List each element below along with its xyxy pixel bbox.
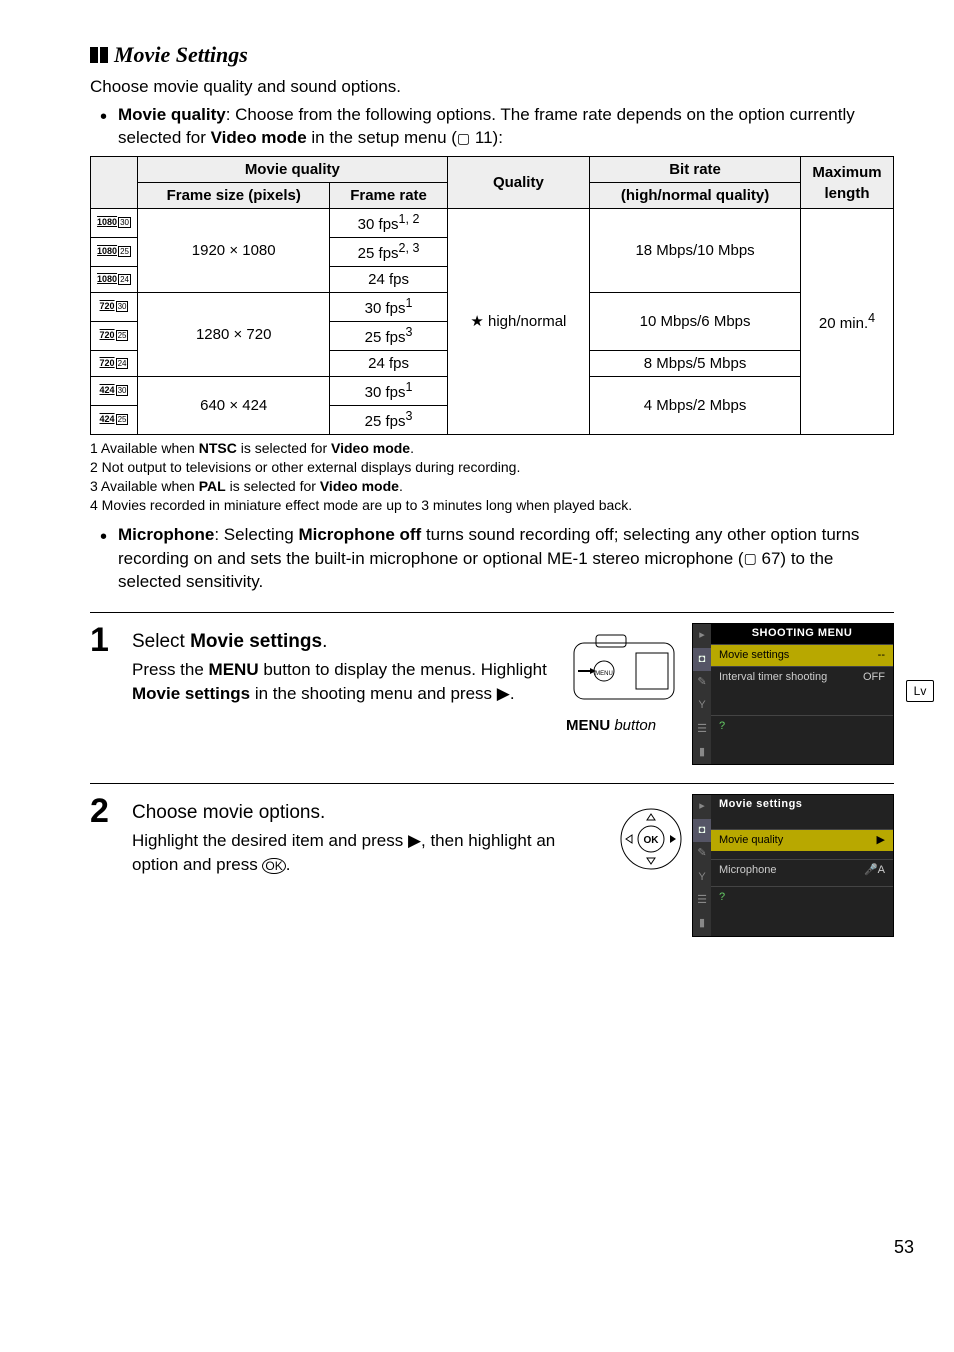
- step-number: 1: [90, 623, 120, 657]
- page-ref-icon: [457, 128, 470, 147]
- menu-button-glyph: MENU: [209, 660, 259, 679]
- step-number: 2: [90, 794, 120, 828]
- step2-title: Choose movie options.: [132, 800, 600, 827]
- th-bitrate: Bit rate: [590, 157, 801, 183]
- lcd-movie-settings: ▸◘✎Y☰▮ Movie settings Movie quality▶: [692, 794, 894, 936]
- step1-title: Select Movie settings.: [132, 629, 550, 656]
- ok-button-glyph: OK: [262, 858, 285, 874]
- th-movie-quality: Movie quality: [138, 157, 448, 183]
- step2-body: Highlight the desired item and press ▶, …: [132, 829, 600, 877]
- camera-illustration: MENU: [566, 623, 686, 713]
- section-icon: [90, 47, 108, 63]
- lcd-row-interval: Interval timer shootingOFF: [711, 666, 893, 688]
- lcd-title: SHOOTING MENU: [711, 624, 893, 643]
- step-2: 2 Choose movie options. Highlight the de…: [90, 783, 894, 936]
- bullet1-label: Movie quality: [118, 105, 226, 124]
- help-icon: ?: [719, 890, 725, 905]
- section-title-text: Movie Settings: [114, 40, 248, 71]
- right-arrow-icon: ▶: [497, 684, 510, 703]
- lcd-row-microphone: Microphone🎤A: [711, 859, 893, 881]
- intro-text: Choose movie quality and sound options.: [90, 75, 894, 99]
- bullet-microphone: Microphone: Selecting Microphone off tur…: [118, 523, 894, 594]
- table-row: 108030 1920 × 1080 30 fps1, 2 ★ high/nor…: [91, 209, 894, 238]
- th-quality: Quality: [447, 157, 589, 209]
- lcd-row-movie-quality: Movie quality▶: [711, 829, 893, 851]
- bullet-movie-quality: Movie quality: Choose from the following…: [118, 103, 894, 151]
- page-number: 53: [894, 1235, 914, 1260]
- right-arrow-icon: ▶: [408, 831, 421, 850]
- movie-quality-table: Movie quality Quality Bit rate Maximum l…: [90, 156, 894, 435]
- footnotes: 1 Available when NTSC is selected for Vi…: [90, 439, 894, 515]
- bullet2-label: Microphone: [118, 525, 214, 544]
- page-ref-icon: [744, 549, 757, 568]
- step-1: 1 Select Movie settings. Press the MENU …: [90, 612, 894, 765]
- multi-selector-icon: OK: [616, 804, 686, 874]
- svg-text:MENU: MENU: [595, 671, 613, 677]
- side-tab-lv: Lv: [906, 680, 934, 702]
- lcd-title: Movie settings: [711, 795, 893, 814]
- step1-body: Press the MENU button to display the men…: [132, 658, 550, 706]
- menu-button-caption: MENU button: [566, 715, 686, 736]
- th-bitrate-sub: (high/normal quality): [590, 183, 801, 209]
- lcd-row-movie-settings: Movie settings--: [711, 644, 893, 666]
- svg-text:OK: OK: [644, 835, 660, 846]
- lcd-shooting-menu: ▸◘✎Y☰▮ SHOOTING MENU Movie settings-- In: [692, 623, 894, 765]
- section-heading: Movie Settings: [90, 40, 894, 71]
- help-icon: ?: [719, 719, 725, 734]
- th-framerate: Frame rate: [330, 183, 447, 209]
- th-framesize: Frame size (pixels): [138, 183, 330, 209]
